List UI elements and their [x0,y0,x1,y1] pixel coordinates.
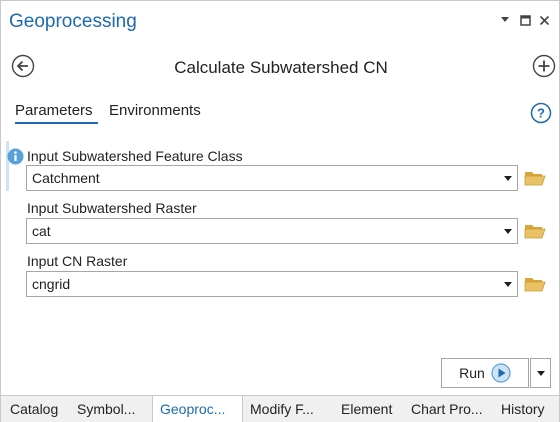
chevron-down-icon [504,282,512,287]
bottom-tab-history[interactable]: History [501,396,545,422]
pane-titlebar: Geoprocessing [1,1,559,43]
info-icon[interactable] [7,148,24,165]
bottom-tab-catalog[interactable]: Catalog [10,396,58,422]
play-circle-icon [491,363,511,383]
svg-text:?: ? [537,106,545,121]
tab-parameters[interactable]: Parameters [15,102,93,119]
help-question-icon[interactable]: ? [530,102,552,124]
select-value: cat [32,223,51,239]
tab-environments[interactable]: Environments [109,102,201,119]
bottom-tab-geoprocessing[interactable]: Geoproc... [152,396,243,422]
folder-browse-icon[interactable] [524,275,546,293]
param-label-subwatershed-feature-class: Input Subwatershed Feature Class [27,148,243,164]
select-value: Catchment [32,170,100,186]
geoprocessing-pane: Geoprocessing Calculate Subwatershed CN … [0,0,560,422]
maximize-icon[interactable] [518,13,532,27]
add-plus-icon[interactable] [532,54,556,78]
bottom-tab-chart-properties[interactable]: Chart Pro... [411,396,483,422]
bottom-tab-modify-features[interactable]: Modify F... [250,396,314,422]
active-tab-indicator [15,122,98,124]
chevron-down-icon [504,176,512,181]
subwatershed-feature-class-select[interactable]: Catchment [26,165,518,191]
folder-browse-icon[interactable] [524,169,546,187]
param-label-subwatershed-raster: Input Subwatershed Raster [27,200,197,216]
run-label: Run [459,365,485,381]
chevron-down-icon [504,229,512,234]
pane-title: Geoprocessing [9,11,137,32]
chevron-down-icon [537,371,545,376]
folder-browse-icon[interactable] [524,222,546,240]
bottom-tab-strip: Catalog Symbol... Geoproc... Modify F...… [1,395,559,422]
bottom-tab-symbology[interactable]: Symbol... [77,396,135,422]
pane-options-icon[interactable] [498,13,512,27]
select-value: cngrid [32,276,71,292]
run-options-dropdown[interactable] [530,358,551,388]
param-label-cn-raster: Input CN Raster [27,253,128,269]
bottom-tab-element[interactable]: Element [341,396,392,422]
close-icon[interactable] [537,13,551,27]
subwatershed-raster-select[interactable]: cat [26,218,518,244]
run-button[interactable]: Run [441,358,529,388]
cn-raster-select[interactable]: cngrid [26,271,518,297]
tool-title: Calculate Subwatershed CN [174,58,388,77]
